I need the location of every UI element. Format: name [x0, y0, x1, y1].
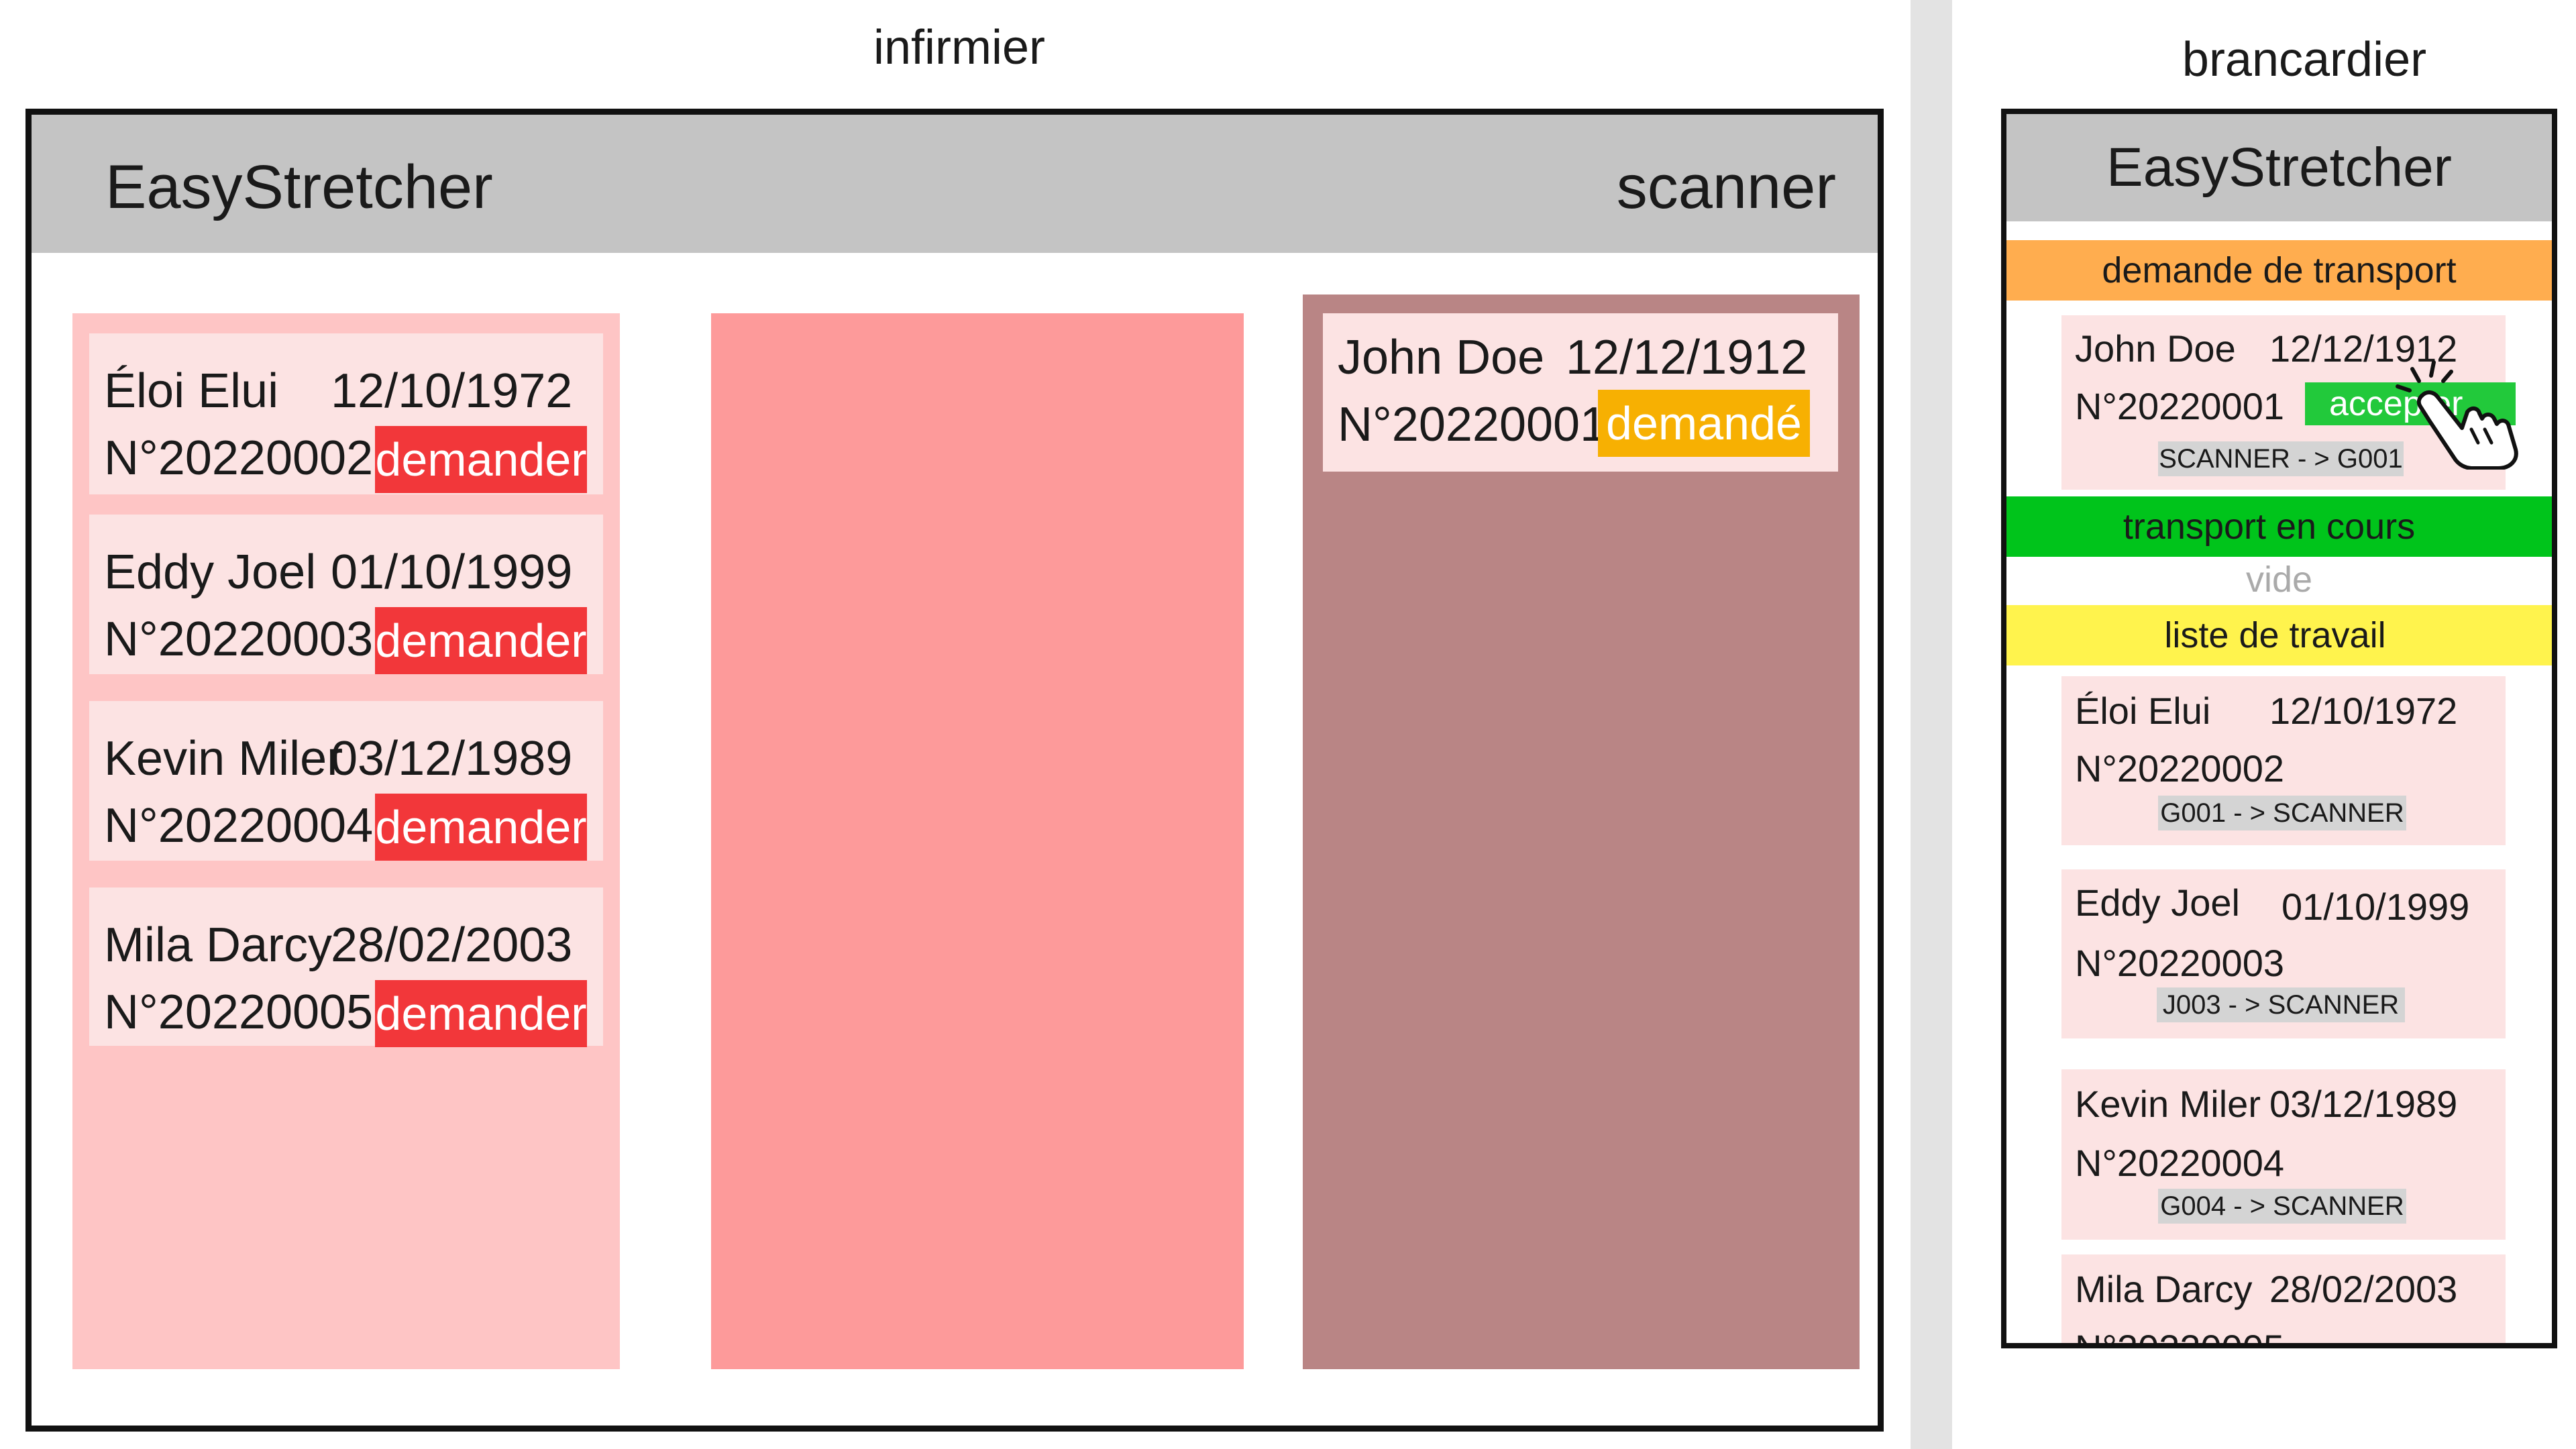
route-badge: G004 - > SCANNER — [2158, 1189, 2406, 1224]
section-header-in-progress: transport en cours — [2006, 496, 2552, 557]
patient-number: N°20220003 — [104, 612, 374, 666]
section-header-requests: demande de transport — [2006, 240, 2552, 301]
patient-number: N°20220003 — [2075, 942, 2284, 984]
patient-name: Kevin Miler — [104, 732, 343, 786]
patient-birthdate: 01/10/1999 — [2282, 885, 2470, 928]
patient-name: Éloi Elui — [104, 364, 279, 418]
view-title-infirmier: infirmier — [873, 21, 1045, 74]
hand-cursor-icon — [2392, 349, 2526, 470]
column-requested: John Doe 12/12/1912 N°20220001 demandé — [1303, 294, 1860, 1369]
patient-number: N°20220001 — [1338, 398, 1607, 451]
patient-number: N°20220004 — [104, 799, 374, 853]
route-badge: SCANNER - > G001 — [2158, 441, 2404, 476]
patient-number: N°20220002 — [104, 431, 374, 485]
section-title: transport en cours — [2123, 506, 2416, 547]
patient-birthdate: 03/12/1989 — [2269, 1083, 2458, 1125]
route-badge: J003 - > SCANNER — [2157, 987, 2405, 1022]
patient-card: Eddy Joel 01/10/1999 N°20220003 demander — [89, 515, 603, 674]
patient-birthdate: 28/02/2003 — [331, 918, 573, 972]
patient-number: N°20220004 — [2075, 1142, 2284, 1184]
demander-button[interactable]: demander — [375, 980, 587, 1047]
patient-name: John Doe — [1338, 331, 1545, 384]
patient-birthdate: 12/10/1972 — [2269, 690, 2458, 732]
patient-card: Mila Darcy 28/02/2003 N°20220005 demande… — [89, 888, 603, 1047]
worklist-card: Kevin Miler 03/12/1989 N°20220004 G004 -… — [2061, 1069, 2506, 1240]
demander-button[interactable]: demander — [375, 794, 587, 861]
section-title: liste de travail — [2164, 615, 2386, 655]
demander-button[interactable]: demander — [375, 426, 587, 493]
app-title: EasyStretcher — [105, 153, 493, 221]
patient-name: John Doe — [2075, 327, 2236, 370]
view-title-brancardier: brancardier — [2182, 33, 2427, 87]
patient-name: Kevin Miler — [2075, 1083, 2261, 1125]
patient-number: N°20220002 — [2075, 747, 2284, 790]
patient-name: Eddy Joel — [2075, 881, 2240, 924]
patient-birthdate: 12/12/1912 — [1566, 331, 1808, 384]
worklist-card: Eddy Joel 01/10/1999 N°20220003 J003 - >… — [2061, 869, 2506, 1038]
column-middle — [711, 313, 1244, 1369]
patient-birthdate: 28/02/2003 — [2269, 1268, 2458, 1310]
patient-name: Mila Darcy — [2075, 1268, 2253, 1310]
infirmier-app-frame: EasyStretcher scanner Éloi Elui 12/10/19… — [25, 109, 1884, 1432]
status-badge-demande: demandé — [1598, 390, 1810, 457]
patient-birthdate: 12/10/1972 — [331, 364, 573, 418]
patient-name: Éloi Elui — [2075, 690, 2211, 732]
patient-birthdate: 01/10/1999 — [331, 545, 573, 599]
view-divider — [1911, 0, 1952, 1449]
patient-name: Eddy Joel — [104, 545, 317, 599]
route-badge: G001 - > SCANNER — [2158, 796, 2406, 830]
page-label-scanner[interactable]: scanner — [1617, 152, 1836, 223]
patient-number: N°20220005 — [104, 985, 374, 1039]
section-header-worklist: liste de travail — [2006, 605, 2552, 665]
app-header: EasyStretcher scanner — [32, 115, 1878, 253]
app-title: EasyStretcher — [2106, 137, 2452, 198]
requested-patient-card: John Doe 12/12/1912 N°20220001 demandé — [1323, 313, 1838, 472]
brancardier-app-frame: EasyStretcher demande de transport John … — [2001, 109, 2557, 1348]
patient-birthdate: 03/12/1989 — [331, 732, 573, 786]
app-header: EasyStretcher — [2006, 114, 2552, 221]
patient-name: Mila Darcy — [104, 918, 333, 972]
column-waiting: Éloi Elui 12/10/1972 N°20220002 demander… — [72, 313, 620, 1369]
demander-button[interactable]: demander — [375, 607, 587, 674]
patient-number: N°20220005 — [2075, 1327, 2284, 1348]
worklist-card: Éloi Elui 12/10/1972 N°20220002 G001 - >… — [2061, 676, 2506, 845]
patient-card: Éloi Elui 12/10/1972 N°20220002 demander — [89, 333, 603, 494]
section-title: demande de transport — [2102, 250, 2457, 290]
worklist-card: Mila Darcy 28/02/2003 N°20220005 — [2061, 1254, 2506, 1348]
patient-number: N°20220001 — [2075, 385, 2284, 427]
empty-text: vide — [2245, 559, 2313, 600]
in-progress-empty-label: vide — [2006, 557, 2552, 602]
patient-card: Kevin Miler 03/12/1989 N°20220004 demand… — [89, 701, 603, 861]
